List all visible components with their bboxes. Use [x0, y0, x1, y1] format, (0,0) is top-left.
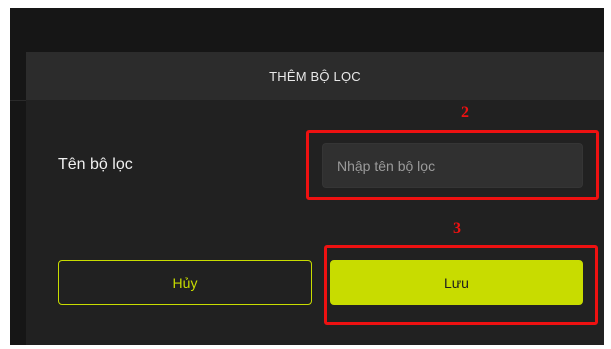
cancel-button-label: Hủy: [172, 274, 198, 291]
filter-name-label: Tên bộ lọc: [58, 156, 133, 173]
annotation-label: 2: [461, 104, 469, 121]
backdrop-divider: [10, 100, 26, 101]
add-filter-dialog: THÊM BỘ LỌC Tên bộ lọc Hủy Lưu 2 3: [26, 52, 604, 345]
filter-name-input[interactable]: [322, 143, 583, 188]
cancel-button[interactable]: Hủy: [58, 260, 312, 305]
dialog-title: THÊM BỘ LỌC: [269, 68, 361, 84]
dialog-header: THÊM BỘ LỌC: [26, 52, 604, 100]
annotation-label: 3: [453, 220, 461, 237]
save-button-label: Lưu: [444, 274, 469, 291]
save-button[interactable]: Lưu: [330, 260, 583, 305]
